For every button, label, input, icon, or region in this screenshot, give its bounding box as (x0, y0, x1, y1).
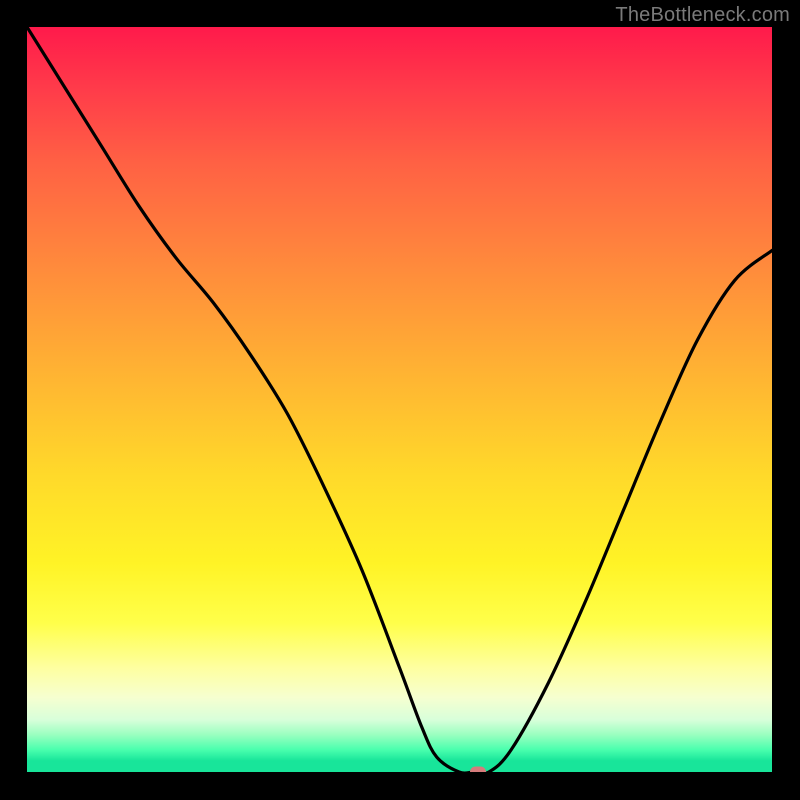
watermark-text: TheBottleneck.com (615, 4, 790, 27)
chart-frame: TheBottleneck.com (0, 0, 800, 800)
bottleneck-curve (27, 27, 772, 772)
optimal-marker (470, 767, 486, 773)
plot-area (27, 27, 772, 772)
curve-svg (27, 27, 772, 772)
